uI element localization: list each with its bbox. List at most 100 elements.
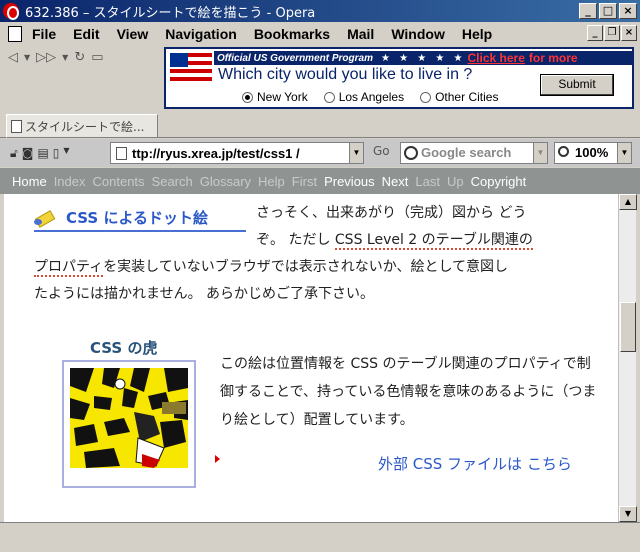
us-flag-icon <box>170 53 212 81</box>
close-button[interactable]: × <box>619 3 637 19</box>
document-icon[interactable] <box>8 26 22 42</box>
mdi-close-button[interactable]: × <box>621 25 637 41</box>
camera-icon[interactable]: ◙ <box>22 146 34 161</box>
page-content: CSS によるドット絵 さっそく、出来あがり（完成）図から どう ぞ。 ただし … <box>4 194 618 522</box>
search-placeholder[interactable]: Google search <box>421 145 511 160</box>
radio-icon[interactable] <box>420 91 432 103</box>
nav-up: Up <box>446 173 464 189</box>
tab-strip: スタイルシートで絵... <box>0 110 640 138</box>
zoom-dropdown-icon[interactable]: ▼ <box>617 143 631 163</box>
nav-contents: Contents <box>92 173 145 189</box>
back-dropdown-icon[interactable]: ▼ <box>24 53 30 62</box>
nav-help: Help <box>258 173 285 189</box>
forward-icon[interactable]: ▷▷ <box>36 50 56 65</box>
address-dropdown-icon[interactable]: ▼ <box>349 143 363 163</box>
title-bar: 632.386 – スタイルシートで絵を描こう - Opera _ □ × <box>0 0 640 22</box>
security-lock-icon[interactable]: 🔓︎ <box>10 146 18 161</box>
page-info-icon[interactable]: ▯ <box>53 146 60 161</box>
ad-question: Which city would you like to live in ? <box>218 66 473 83</box>
search-field[interactable]: Google search ▼ <box>400 142 548 164</box>
menu-window[interactable]: Window <box>391 26 445 42</box>
home-icon[interactable]: ▭ <box>91 50 103 65</box>
window-title: 632.386 – スタイルシートで絵を描こう - Opera <box>25 5 316 21</box>
intro-line-3: プロパティを実装していないブラウザでは表示されないか、絵として意図し <box>34 254 594 281</box>
menu-view[interactable]: View <box>117 26 149 42</box>
css-level-2-term[interactable]: CSS Level 2 のテーブル関連の <box>334 232 533 250</box>
google-search-icon <box>404 146 418 160</box>
site-navigation-bar: Home Index Contents Search Glossary Help… <box>0 168 640 194</box>
menu-file[interactable]: File <box>32 26 56 42</box>
address-url[interactable]: ttp://ryus.xrea.jp/test/css1 / <box>132 146 300 161</box>
opera-logo-icon <box>3 3 19 20</box>
intro-line-2: ぞ。 ただし CSS Level 2 のテーブル関連の <box>256 227 596 254</box>
go-button[interactable]: Go <box>373 144 390 158</box>
tab-label: スタイルシートで絵... <box>25 119 145 134</box>
nav-glossary: Glossary <box>199 173 252 189</box>
external-css-link[interactable]: 外部 CSS ファイルは こちら <box>378 453 572 474</box>
heading-text: CSS によるドット絵 <box>66 208 208 227</box>
tiger-description: この絵は位置情報を CSS のテーブル関連のプロパティで制御することで、持ってい… <box>220 356 597 428</box>
ad-option-los-angeles[interactable]: Los Angeles <box>323 90 405 104</box>
ad-option-label: Los Angeles <box>338 90 405 104</box>
nav-home[interactable]: Home <box>12 174 47 189</box>
ad-program-label: Official US Government Program <box>217 52 373 64</box>
menu-edit[interactable]: Edit <box>73 26 99 42</box>
ad-stars: ★ ★ ★ ★ ★ <box>380 52 466 64</box>
pencil-icon <box>34 209 58 225</box>
nav-index: Index <box>53 173 86 189</box>
menu-navigation[interactable]: Navigation <box>165 26 237 42</box>
menu-bar: File Edit View Navigation Bookmarks Mail… <box>0 22 640 46</box>
zoom-icon <box>558 146 569 157</box>
nav-next[interactable]: Next <box>382 174 409 189</box>
nav-copyright[interactable]: Copyright <box>471 174 527 189</box>
ad-option-other-cities[interactable]: Other Cities <box>420 90 498 104</box>
zoom-field[interactable]: 100% ▼ <box>554 142 632 164</box>
reload-icon[interactable]: ↻ <box>74 50 85 65</box>
ad-submit-button[interactable]: Submit <box>540 74 614 96</box>
status-bar <box>0 522 640 552</box>
vertical-scrollbar[interactable]: ▲ ▼ <box>618 194 637 522</box>
maximize-button[interactable]: □ <box>599 3 617 19</box>
nav-last: Last <box>415 173 440 189</box>
ad-option-label: Other Cities <box>435 90 499 104</box>
menu-mail[interactable]: Mail <box>347 26 374 42</box>
menu-help[interactable]: Help <box>462 26 492 42</box>
ad-banner[interactable]: Official US Government Program ★ ★ ★ ★ ★… <box>164 47 634 109</box>
page-icon <box>11 119 22 133</box>
scroll-up-arrow-icon[interactable]: ▲ <box>619 194 637 210</box>
zoom-value[interactable]: 100% <box>575 145 608 160</box>
address-field[interactable]: ttp://ryus.xrea.jp/test/css1 / ▼ <box>110 142 364 164</box>
intro-line-4: たようには描かれません。 あらかじめご了承下さい。 <box>34 286 375 302</box>
intro-line-1: さっそく、出来あがり（完成）図から どう <box>256 205 527 221</box>
radio-icon[interactable] <box>323 91 335 103</box>
mdi-minimize-button[interactable]: _ <box>587 25 603 41</box>
ad-option-new-york[interactable]: New York <box>242 90 308 104</box>
toolbar-dropdown-icon[interactable]: ▼ <box>63 146 69 161</box>
minimize-button[interactable]: _ <box>579 3 597 19</box>
page-tab[interactable]: スタイルシートで絵... <box>6 114 158 138</box>
search-dropdown-icon[interactable]: ▼ <box>533 143 547 163</box>
arrow-marker-icon <box>215 455 220 463</box>
ad-click-here-link[interactable]: Click here <box>468 51 525 65</box>
ad-option-label: New York <box>257 90 308 104</box>
menu-bookmarks[interactable]: Bookmarks <box>254 26 330 42</box>
tiger-image <box>62 360 196 488</box>
ad-for-more-text: for more <box>528 51 578 65</box>
mdi-restore-button[interactable]: ❐ <box>604 25 620 41</box>
navigation-toolbar: ◁ ▼ ▷▷ ▼ ↻ ▭ <box>0 46 160 68</box>
scroll-down-arrow-icon[interactable]: ▼ <box>619 506 637 522</box>
tiger-title: CSS の虎 <box>90 339 158 357</box>
nav-first: First <box>291 173 318 189</box>
radio-selected-icon[interactable] <box>242 91 253 103</box>
tiger-dot-art <box>70 368 188 480</box>
scroll-thumb[interactable] <box>620 302 636 352</box>
property-term[interactable]: プロパティ <box>34 259 104 277</box>
address-toolbar: 🔓︎ ◙ ▤ ▯ ▼ ttp://ryus.xrea.jp/test/css1 … <box>0 139 640 167</box>
back-icon[interactable]: ◁ <box>8 50 18 65</box>
nav-previous[interactable]: Previous <box>324 174 375 189</box>
section-heading: CSS によるドット絵 <box>34 204 246 232</box>
print-icon[interactable]: ▤ <box>37 146 48 161</box>
nav-search: Search <box>151 173 193 189</box>
page-icon <box>116 146 127 160</box>
forward-dropdown-icon[interactable]: ▼ <box>62 53 68 62</box>
